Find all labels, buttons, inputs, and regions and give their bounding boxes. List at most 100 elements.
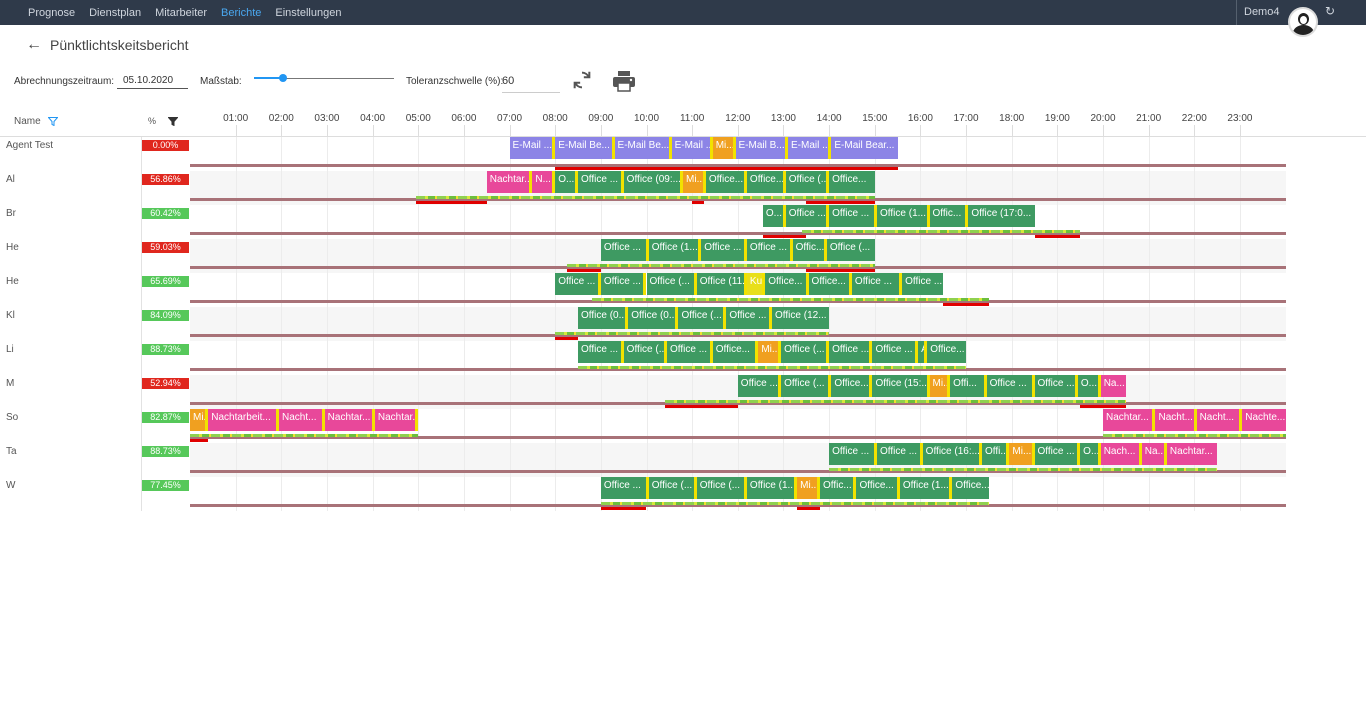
shift-bar[interactable]: Offic...: [792, 239, 827, 261]
shift-bar[interactable]: Nachtarbeit...: [208, 409, 279, 431]
shift-bar[interactable]: Nachtar...: [324, 409, 375, 431]
shift-bar[interactable]: Offi...: [982, 443, 1010, 465]
shift-bar[interactable]: Office ...: [555, 273, 601, 295]
shift-bar[interactable]: Office (09:...: [623, 171, 684, 193]
shift-bar[interactable]: Office (...: [826, 239, 875, 261]
shift-bar[interactable]: Mi...: [190, 409, 209, 431]
shift-bar[interactable]: Offic...: [819, 477, 857, 499]
shift-bar[interactable]: Nacht...: [1196, 409, 1243, 431]
shift-bar[interactable]: Office...: [952, 477, 989, 499]
shift-bar[interactable]: Nachte...: [1242, 409, 1286, 431]
scale-slider-thumb[interactable]: [279, 74, 287, 82]
table-row[interactable]: Kl 84.09% Office (0... Office (0... Office (…: [0, 307, 1366, 341]
shift-bar[interactable]: Na...: [1141, 443, 1167, 465]
shift-bar[interactable]: Office...: [829, 171, 875, 193]
shift-bar[interactable]: Office (...: [648, 477, 697, 499]
shift-bar[interactable]: E-Mail Be...: [614, 137, 672, 159]
table-row[interactable]: He 65.69% Office ... Office ... Office (... O…: [0, 273, 1366, 307]
percent-filter-icon[interactable]: [168, 117, 178, 126]
nav-berichte[interactable]: Berichte: [221, 7, 261, 19]
shift-bar[interactable]: Office...: [705, 171, 747, 193]
shift-bar[interactable]: Offi...: [950, 375, 987, 397]
shift-bar[interactable]: Offic...: [929, 205, 969, 227]
shift-bar[interactable]: Office ...: [1034, 375, 1078, 397]
shift-bar[interactable]: Office ...: [829, 443, 878, 465]
shift-bar[interactable]: Mi...: [929, 375, 951, 397]
shift-bar[interactable]: Nachtar...: [486, 171, 533, 193]
shift-bar[interactable]: Office (...: [623, 341, 668, 363]
employee-name[interactable]: W: [6, 480, 15, 491]
nav-dienstplan[interactable]: Dienstplan: [89, 7, 141, 19]
shift-bar[interactable]: Nach...: [1100, 443, 1142, 465]
shift-bar[interactable]: Office (0...: [578, 307, 629, 329]
table-row[interactable]: He 59.03% Office ... Office (1... Office ...…: [0, 239, 1366, 273]
shift-bar[interactable]: Office (1...: [746, 477, 798, 499]
shift-bar[interactable]: E-Mail ...: [788, 137, 832, 159]
shift-bar[interactable]: Na...: [1100, 375, 1126, 397]
shift-bar[interactable]: Office ...: [829, 341, 873, 363]
shift-bar[interactable]: Office ...: [902, 273, 944, 295]
employee-name[interactable]: Br: [6, 208, 16, 219]
shift-bar[interactable]: Office (...: [678, 307, 727, 329]
shift-bar[interactable]: Office (...: [696, 477, 747, 499]
shift-bar[interactable]: Nachtar...: [374, 409, 419, 431]
shift-bar[interactable]: Mi...: [758, 341, 782, 363]
column-header-name[interactable]: Name: [14, 116, 41, 127]
table-row[interactable]: W 77.45% Office ... Office (... Office (... O…: [0, 477, 1366, 511]
employee-name[interactable]: Li: [6, 344, 14, 355]
shift-bar[interactable]: Office ...: [667, 341, 713, 363]
employee-name[interactable]: Agent Test: [6, 140, 53, 151]
table-row[interactable]: Br 60.42% O... Office ... Office ... Office (…: [0, 205, 1366, 239]
nav-mitarbeiter[interactable]: Mitarbeiter: [155, 7, 207, 19]
shift-bar[interactable]: Office ...: [785, 205, 830, 227]
shift-bar[interactable]: Office (...: [781, 341, 830, 363]
shift-bar[interactable]: Office ...: [1034, 443, 1081, 465]
refresh-icon[interactable]: [571, 69, 593, 91]
shift-bar[interactable]: Ku...: [746, 273, 766, 295]
name-filter-icon[interactable]: [48, 117, 58, 126]
tolerance-input[interactable]: 60: [502, 75, 560, 93]
shift-bar[interactable]: Office (16:...: [922, 443, 983, 465]
table-row[interactable]: Agent Test 0.00% E-Mail ... E-Mail Be... E-M…: [0, 137, 1366, 171]
shift-bar[interactable]: Office ...: [851, 273, 903, 295]
logout-icon[interactable]: ↻: [1325, 4, 1335, 18]
shift-bar[interactable]: Office...: [856, 477, 900, 499]
shift-bar[interactable]: Office...: [712, 341, 759, 363]
shift-bar[interactable]: E-Mail ...: [509, 137, 556, 159]
nav-prognose[interactable]: Prognose: [28, 7, 75, 19]
shift-bar[interactable]: Office (12...: [772, 307, 830, 329]
shift-bar[interactable]: E-Mail Be...: [555, 137, 615, 159]
table-row[interactable]: M 52.94% Office ... Office (... Office... Off…: [0, 375, 1366, 409]
shift-bar[interactable]: Office ...: [701, 239, 747, 261]
column-header-percent[interactable]: %: [148, 116, 156, 126]
shift-bar[interactable]: E-Mail B...: [735, 137, 788, 159]
back-arrow-icon[interactable]: ←: [26, 36, 42, 54]
shift-bar[interactable]: Office (...: [781, 375, 832, 397]
shift-bar[interactable]: Office...: [927, 341, 967, 363]
shift-bar[interactable]: Office (1...: [899, 477, 953, 499]
shift-bar[interactable]: Office (1...: [877, 205, 930, 227]
shift-bar[interactable]: Office...: [765, 273, 809, 295]
shift-bar[interactable]: Mi...: [683, 171, 706, 193]
shift-bar[interactable]: Office ...: [600, 239, 649, 261]
employee-name[interactable]: Ta: [6, 446, 17, 457]
print-icon[interactable]: [612, 70, 636, 92]
shift-bar[interactable]: E-Mail ...: [671, 137, 713, 159]
employee-name[interactable]: He: [6, 242, 19, 253]
shift-bar[interactable]: O...: [555, 171, 578, 193]
shift-bar[interactable]: Office (...: [646, 273, 697, 295]
shift-bar[interactable]: Office ...: [600, 477, 649, 499]
shift-bar[interactable]: Office...: [746, 171, 786, 193]
shift-bar[interactable]: Nacht...: [1155, 409, 1197, 431]
shift-bar[interactable]: Office ...: [600, 273, 647, 295]
shift-bar[interactable]: Office ...: [986, 375, 1035, 397]
employee-name[interactable]: Al: [6, 174, 15, 185]
table-row[interactable]: Li 88.73% Office ... Office (... Office ... O…: [0, 341, 1366, 375]
shift-bar[interactable]: Office...: [808, 273, 852, 295]
avatar[interactable]: [1288, 7, 1318, 37]
shift-bar[interactable]: Mi...: [712, 137, 736, 159]
shift-bar[interactable]: Office ...: [877, 443, 923, 465]
employee-name[interactable]: So: [6, 412, 18, 423]
shift-bar[interactable]: O...: [1080, 443, 1101, 465]
shift-bar[interactable]: Office (...: [785, 171, 830, 193]
